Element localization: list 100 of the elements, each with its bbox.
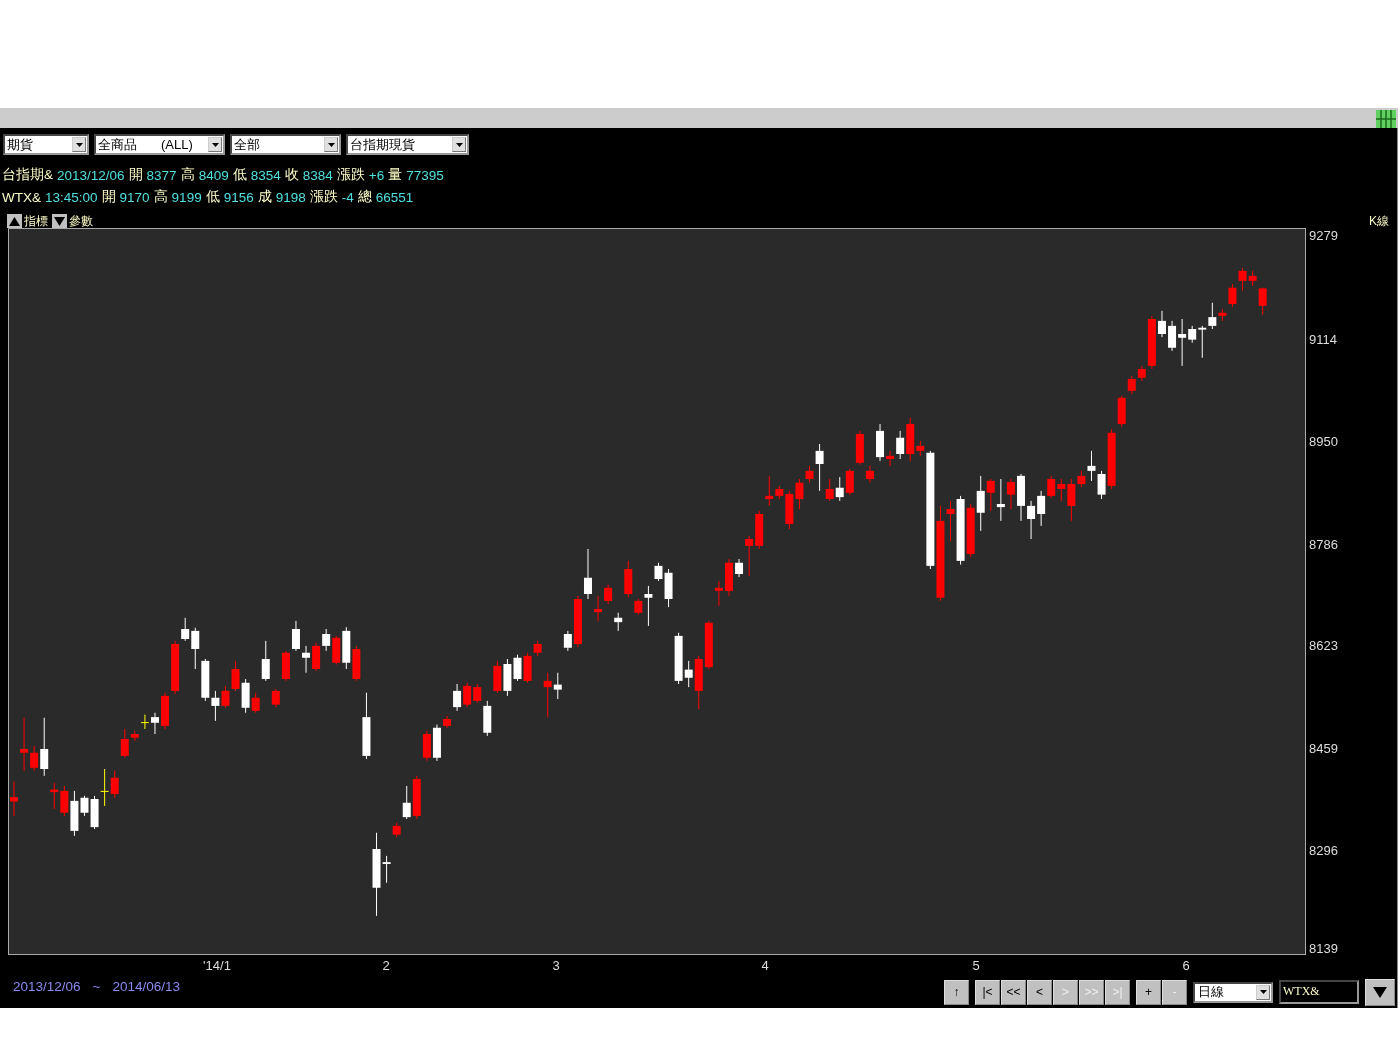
nav-button[interactable]: <	[1027, 979, 1052, 1005]
down-triangle-icon[interactable]	[52, 213, 67, 228]
quote-value: 8409	[198, 167, 229, 183]
candlestick	[1157, 310, 1166, 338]
dropdown[interactable]: 台指期現貨	[346, 134, 469, 155]
quote-value: 9170	[119, 189, 150, 205]
quote-label: 成	[257, 188, 272, 206]
candlestick	[1027, 500, 1036, 540]
chart-type-label: K線	[1369, 214, 1389, 228]
nav-button[interactable]: |<	[975, 979, 1000, 1005]
quote-label: 開	[101, 188, 116, 206]
quote-value: 9198	[275, 189, 306, 205]
candlestick	[422, 730, 431, 762]
candlestick	[543, 671, 552, 718]
nav-button[interactable]: ↑	[944, 979, 969, 1005]
quote-value: 8354	[250, 167, 281, 183]
indicator-link[interactable]: 指標	[24, 214, 48, 228]
quote-label: 漲跌	[309, 188, 338, 206]
candlestick	[110, 770, 119, 798]
quote-value: +6	[368, 167, 385, 183]
candlestick	[1097, 470, 1106, 500]
candlestick	[100, 768, 109, 807]
candlestick	[1087, 450, 1096, 482]
candlestick	[815, 443, 824, 492]
candlestick	[654, 561, 663, 582]
quote-label: 台指期&	[2, 166, 53, 184]
candlestick	[20, 716, 29, 772]
candlestick	[594, 595, 603, 622]
y-axis-label: 9279	[1309, 229, 1338, 244]
grid-icon[interactable]	[1376, 110, 1396, 128]
up-triangle-icon[interactable]	[7, 213, 22, 228]
dropdown[interactable]: 全部	[230, 134, 341, 155]
parameters-link[interactable]: 參數	[69, 214, 93, 228]
candlestick	[886, 450, 895, 467]
candlestick	[604, 583, 613, 605]
x-axis-label: 5	[972, 957, 980, 973]
candlestick	[211, 690, 220, 722]
caret-down-icon	[211, 142, 219, 147]
candlestick	[1127, 375, 1136, 395]
candlestick	[231, 660, 240, 692]
caret-down-icon	[327, 142, 335, 147]
candlestick	[150, 711, 159, 735]
caret-down-icon	[1373, 986, 1387, 998]
y-axis-label: 8296	[1309, 843, 1338, 858]
candlestick	[40, 716, 49, 777]
candlestick	[30, 745, 39, 772]
candlestick	[473, 683, 482, 703]
y-axis-label: 8623	[1309, 639, 1338, 654]
candlestick	[865, 465, 874, 483]
candlestick	[1037, 490, 1046, 527]
quote-label: 漲跌	[336, 166, 365, 184]
candlestick	[735, 558, 744, 578]
quote-label: 高	[153, 188, 168, 206]
start-date: 2013/12/06	[13, 978, 81, 994]
y-axis-label: 8459	[1309, 742, 1338, 756]
candlestick	[765, 475, 774, 507]
quote-label: 開	[128, 166, 143, 184]
candlestick	[191, 626, 200, 670]
dropdown-button[interactable]	[1365, 978, 1395, 1006]
candlestick	[1208, 301, 1217, 330]
nav-button[interactable]: <<	[1001, 979, 1026, 1005]
range-separator: ~	[92, 978, 101, 994]
nav-button[interactable]: +	[1136, 979, 1161, 1005]
candlestick	[1168, 320, 1177, 352]
candlestick	[1067, 478, 1076, 522]
candlestick	[251, 691, 260, 713]
quote-value: 2013/12/06	[57, 167, 125, 183]
quote-label: 收	[284, 166, 299, 184]
caret-down-icon	[1259, 990, 1267, 995]
y-axis-label: 8139	[1309, 942, 1338, 956]
candlestick	[845, 468, 854, 495]
x-axis-label: 4	[761, 957, 769, 973]
period-dropdown[interactable]: 日線	[1193, 981, 1273, 1003]
candlestick	[1178, 318, 1187, 367]
candlestick	[553, 671, 562, 700]
y-axis-label: 8786	[1309, 537, 1338, 552]
candlestick	[453, 683, 462, 712]
x-axis-label: 3	[552, 957, 560, 973]
candlestick	[60, 785, 69, 817]
quote-label: 高	[180, 166, 195, 184]
candlestick	[1198, 325, 1207, 358]
candlestick	[835, 476, 844, 502]
candlestick	[644, 585, 653, 627]
dropdown[interactable]: 全商品 (ALL)	[94, 134, 225, 155]
candlestick	[322, 628, 331, 652]
candlestick	[312, 641, 321, 672]
candlestick	[382, 855, 391, 883]
quote-value: 9199	[171, 189, 202, 205]
quote-label: 量	[388, 166, 403, 184]
candlestick	[1238, 266, 1247, 292]
candlestick	[825, 478, 834, 502]
candlestick	[986, 478, 995, 512]
candlestick	[614, 611, 623, 632]
quote-label: 低	[232, 166, 247, 184]
x-axis-label: 2	[382, 957, 390, 973]
candlestick	[140, 713, 149, 730]
candlestick	[1228, 283, 1237, 308]
candlestick	[976, 475, 985, 532]
symbol-field[interactable]: WTX&	[1279, 980, 1359, 1005]
dropdown[interactable]: 期貨	[3, 134, 89, 155]
